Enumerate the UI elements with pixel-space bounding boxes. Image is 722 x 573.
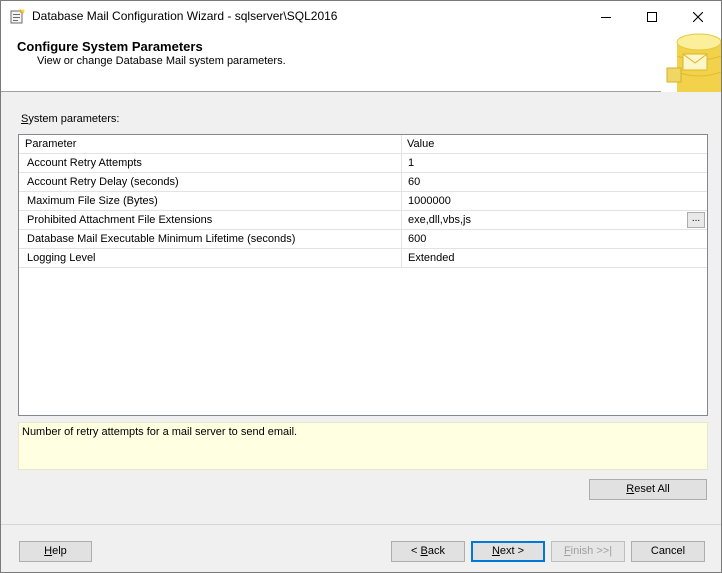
system-parameters-grid[interactable]: Parameter Value Account Retry Attempts 1… xyxy=(18,134,708,416)
table-row[interactable]: Database Mail Executable Minimum Lifetim… xyxy=(19,230,707,249)
maximize-button[interactable] xyxy=(629,1,675,32)
table-row[interactable]: Account Retry Delay (seconds) 60 xyxy=(19,173,707,192)
page-title: Configure System Parameters xyxy=(17,39,203,54)
table-row[interactable]: Account Retry Attempts 1 xyxy=(19,154,707,173)
parameter-value[interactable]: 60 xyxy=(402,173,707,191)
help-button[interactable]: Help xyxy=(19,541,92,562)
table-row[interactable]: Prohibited Attachment File Extensions ex… xyxy=(19,211,707,230)
parameter-value-text: exe,dll,vbs,js xyxy=(408,214,471,226)
finish-button[interactable]: Finish >>| xyxy=(551,541,625,562)
parameter-value[interactable]: exe,dll,vbs,js ... xyxy=(402,211,707,229)
parameter-value[interactable]: 600 xyxy=(402,230,707,248)
parameter-name: Account Retry Attempts xyxy=(19,154,402,172)
table-row[interactable]: Maximum File Size (Bytes) 1000000 xyxy=(19,192,707,211)
parameter-name: Database Mail Executable Minimum Lifetim… xyxy=(19,230,402,248)
minimize-button[interactable] xyxy=(583,1,629,32)
parameter-name: Maximum File Size (Bytes) xyxy=(19,192,402,210)
database-mail-art-icon xyxy=(661,32,722,92)
close-button[interactable] xyxy=(675,1,721,32)
page-subtitle: View or change Database Mail system para… xyxy=(37,55,286,67)
back-button[interactable]: < Back xyxy=(391,541,465,562)
ellipsis-button[interactable]: ... xyxy=(687,212,705,228)
close-icon xyxy=(693,11,703,22)
parameter-name: Account Retry Delay (seconds) xyxy=(19,173,402,191)
grid-header: Parameter Value xyxy=(19,135,707,154)
parameter-value[interactable]: Extended xyxy=(402,249,707,267)
page-header: Configure System Parameters View or chan… xyxy=(1,32,722,92)
cancel-button[interactable]: Cancel xyxy=(631,541,705,562)
parameter-value[interactable]: 1000000 xyxy=(402,192,707,210)
window-title: Database Mail Configuration Wizard - sql… xyxy=(32,9,338,23)
minimize-icon xyxy=(601,16,611,18)
title-bar[interactable]: Database Mail Configuration Wizard - sql… xyxy=(1,1,721,32)
system-parameters-label: System parameters: xyxy=(21,113,120,125)
maximize-icon xyxy=(647,11,657,22)
column-header-parameter[interactable]: Parameter xyxy=(19,135,402,153)
parameter-name: Prohibited Attachment File Extensions xyxy=(19,211,402,229)
parameter-value[interactable]: 1 xyxy=(402,154,707,172)
wizard-app-icon xyxy=(9,8,26,25)
footer-divider xyxy=(1,524,721,525)
parameter-description-panel: Number of retry attempts for a mail serv… xyxy=(18,422,708,470)
next-button[interactable]: Next > xyxy=(471,541,545,562)
table-row[interactable]: Logging Level Extended xyxy=(19,249,707,268)
wizard-window: Database Mail Configuration Wizard - sql… xyxy=(0,0,722,573)
reset-all-button[interactable]: Reset All xyxy=(589,479,707,500)
column-header-value[interactable]: Value xyxy=(402,135,707,153)
parameter-description: Number of retry attempts for a mail serv… xyxy=(22,426,298,438)
parameter-name: Logging Level xyxy=(19,249,402,267)
